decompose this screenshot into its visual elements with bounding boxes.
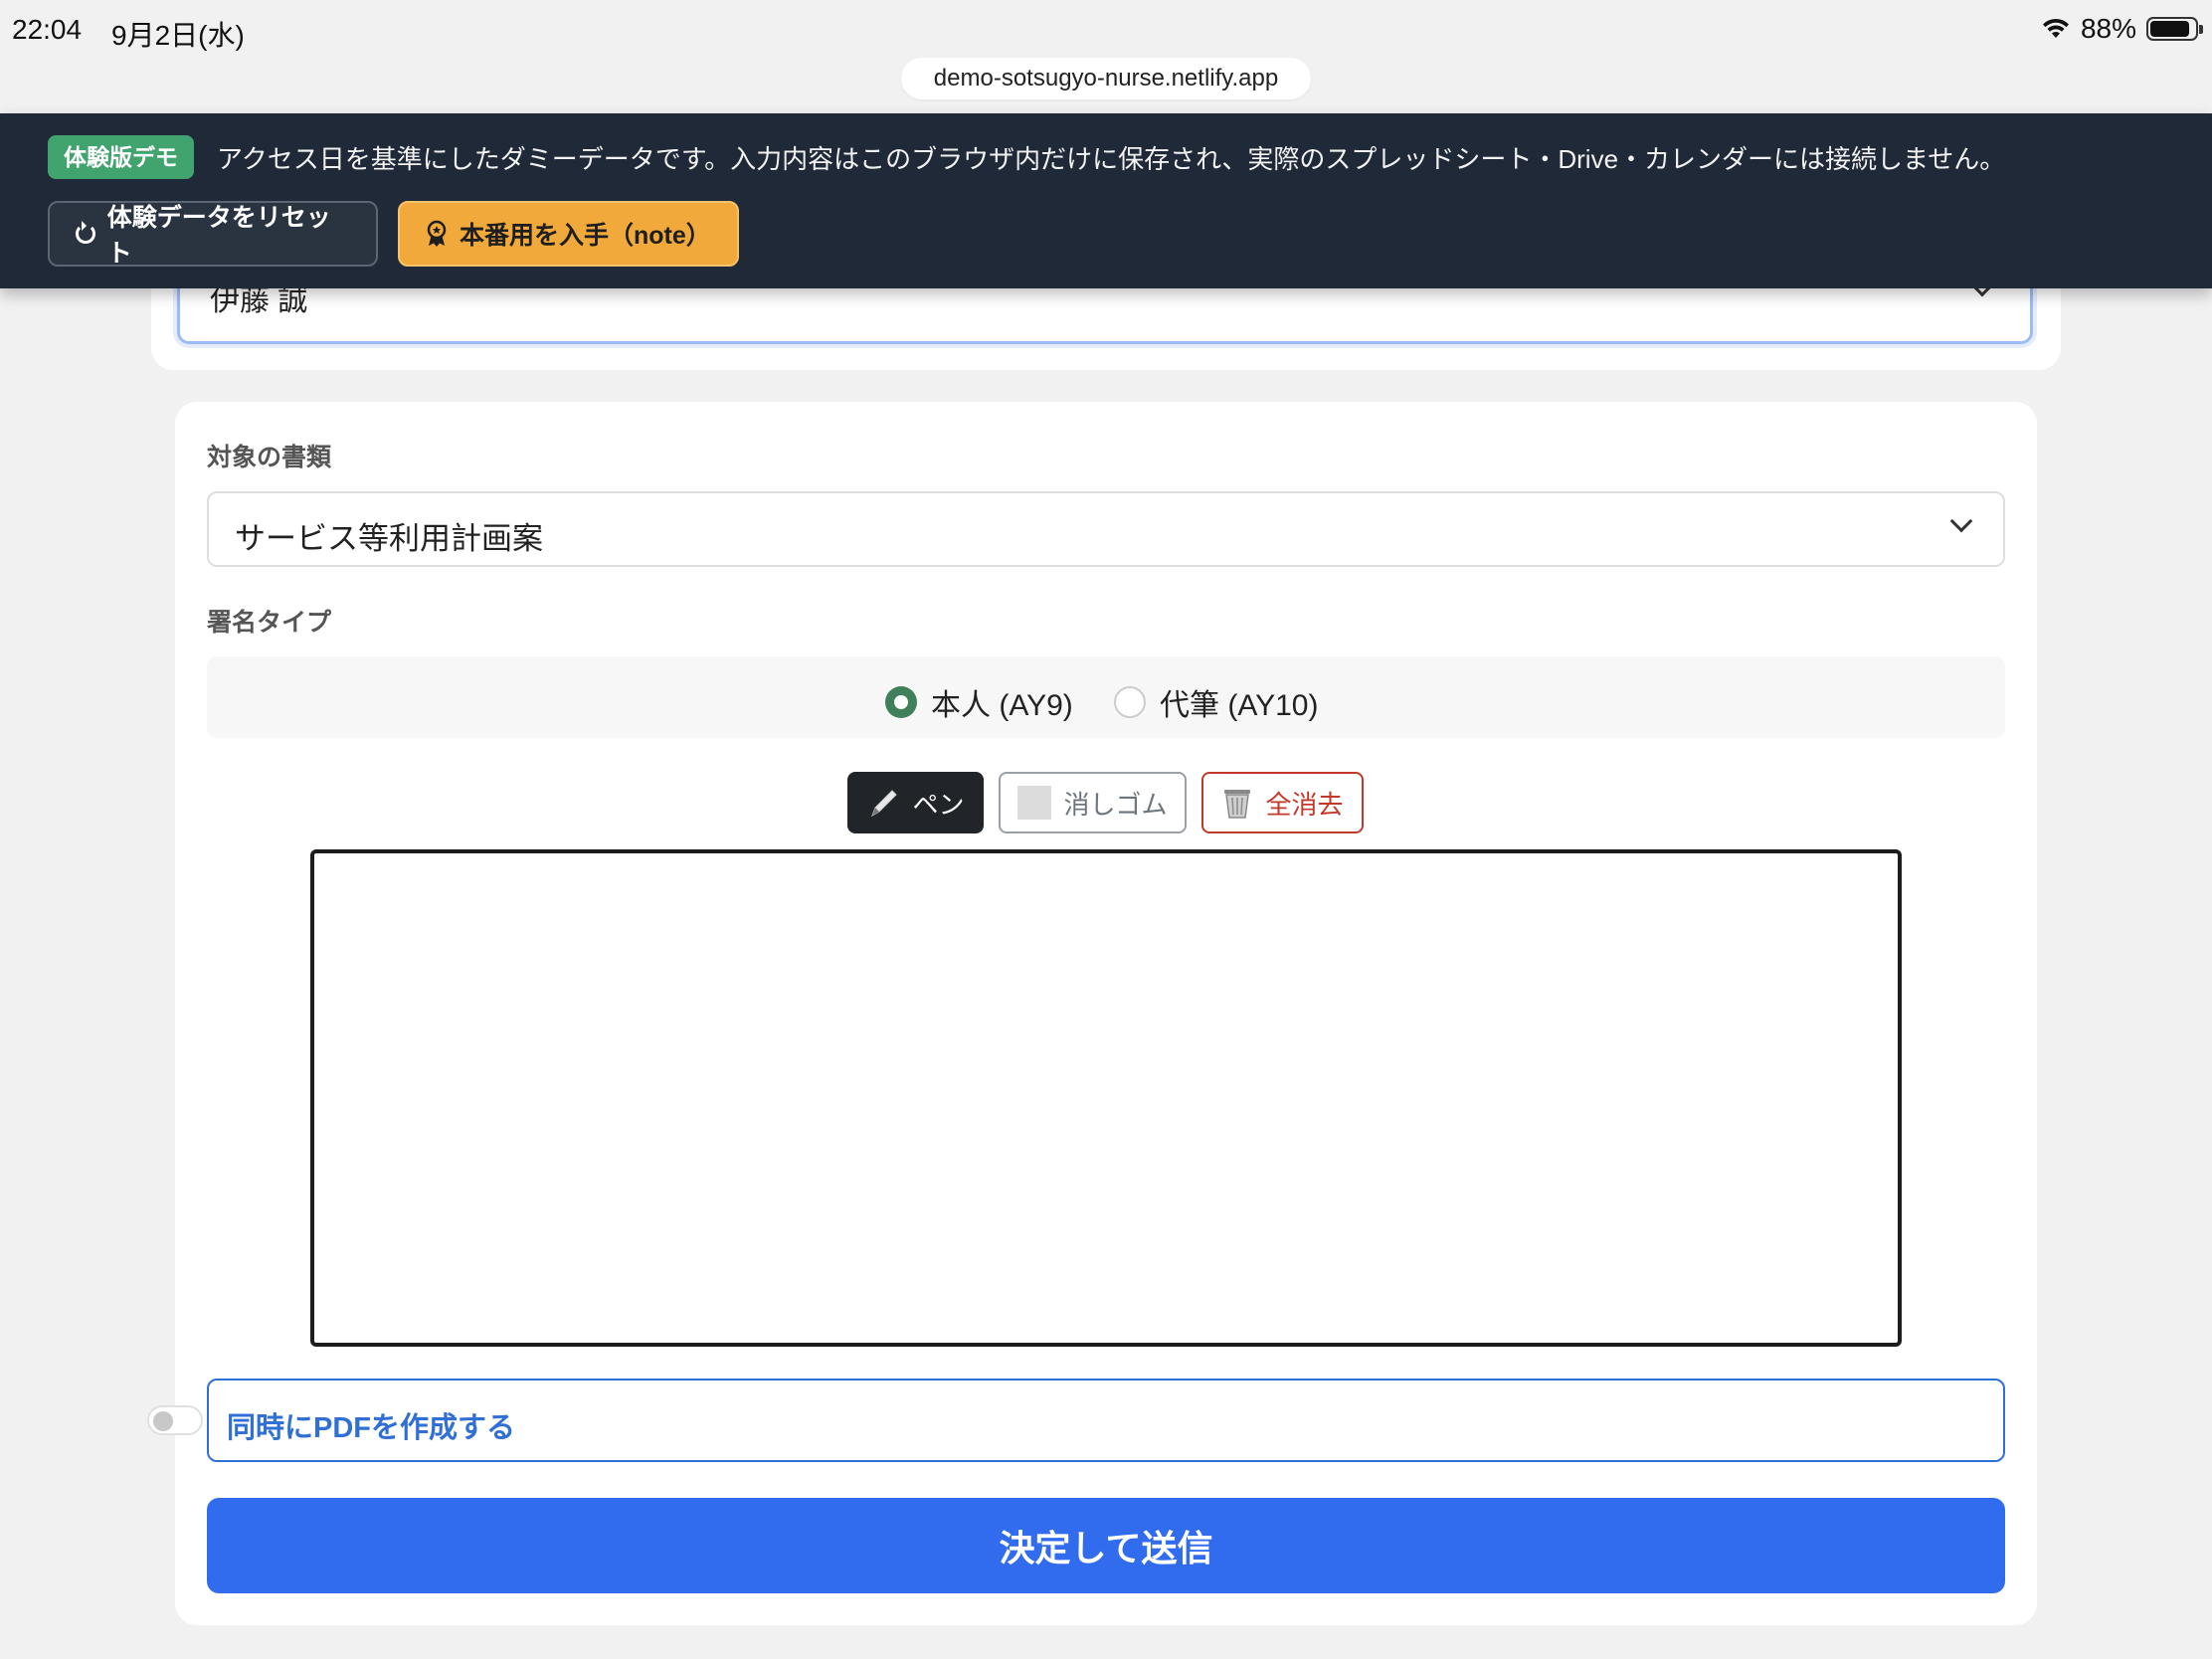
- pdf-toggle-switch[interactable]: [147, 1405, 203, 1435]
- submit-button[interactable]: 決定して送信: [207, 1498, 2005, 1593]
- clear-all-label: 全消去: [1265, 789, 1344, 820]
- radio-self-label: 本人 (AY9): [931, 689, 1073, 722]
- toggle-knob: [153, 1411, 173, 1431]
- wifi-icon: [2042, 18, 2069, 38]
- battery-fill: [2150, 21, 2189, 37]
- document-select[interactable]: サービス等利用計画案: [207, 491, 2005, 567]
- url-bar[interactable]: demo-sotsugyo-nurse.netlify.app: [901, 58, 1311, 99]
- document-label: 対象の書類: [207, 444, 332, 471]
- demo-banner: 体験版デモ アクセス日を基準にしたダミーデータです。入力内容はこのブラウザ内だけ…: [0, 113, 2212, 288]
- get-production-button[interactable]: 本番用を入手（note）: [398, 201, 739, 267]
- eraser-icon: [1017, 786, 1052, 820]
- radio-proxy[interactable]: 代筆 (AY10): [1114, 680, 1318, 724]
- signature-type-label: 署名タイプ: [207, 609, 332, 637]
- chevron-down-icon: [1949, 509, 1973, 533]
- battery-tip: [2199, 25, 2203, 34]
- banner-message: アクセス日を基準にしたダミーデータです。入力内容はこのブラウザ内だけに保存され、…: [217, 144, 2006, 174]
- clear-all-button[interactable]: 全消去: [1201, 772, 1364, 833]
- pen-icon: [871, 790, 898, 818]
- get-production-label: 本番用を入手（note）: [460, 222, 711, 250]
- pdf-option-label: 同時にPDFを作成する: [227, 1412, 516, 1444]
- document-select-value: サービス等利用計画案: [235, 521, 543, 556]
- status-date: 9月2日(水): [111, 20, 245, 51]
- pen-tool-button[interactable]: ペン: [847, 772, 984, 833]
- status-time: 22:04: [12, 14, 83, 45]
- pdf-option-field[interactable]: 同時にPDFを作成する: [207, 1379, 2005, 1462]
- trash-icon: [1224, 790, 1251, 819]
- eraser-tool-button[interactable]: 消しゴム: [999, 772, 1187, 833]
- status-indicators: 88%: [2041, 13, 2203, 45]
- radio-self-indicator[interactable]: [885, 686, 917, 718]
- radio-proxy-indicator[interactable]: [1114, 686, 1146, 718]
- reset-demo-label: 体験データをリセット: [106, 204, 331, 268]
- signature-canvas[interactable]: [310, 849, 1902, 1347]
- pen-tool-label: ペン: [912, 789, 965, 820]
- reset-demo-button[interactable]: 体験データをリセット: [48, 201, 378, 268]
- status-bar: 22:04 9月2日(水) 88%: [0, 0, 2212, 64]
- battery-icon: [2146, 17, 2203, 41]
- eraser-tool-label: 消しゴム: [1063, 789, 1168, 820]
- radio-proxy-label: 代筆 (AY10): [1160, 689, 1319, 722]
- award-icon: [427, 220, 447, 247]
- reset-icon: [76, 221, 95, 244]
- demo-badge: 体験版デモ: [48, 135, 194, 179]
- battery-percent: 88%: [2080, 13, 2136, 44]
- signature-type-group: 本人 (AY9) 代筆 (AY10): [207, 656, 2005, 738]
- radio-self[interactable]: 本人 (AY9): [885, 680, 1073, 724]
